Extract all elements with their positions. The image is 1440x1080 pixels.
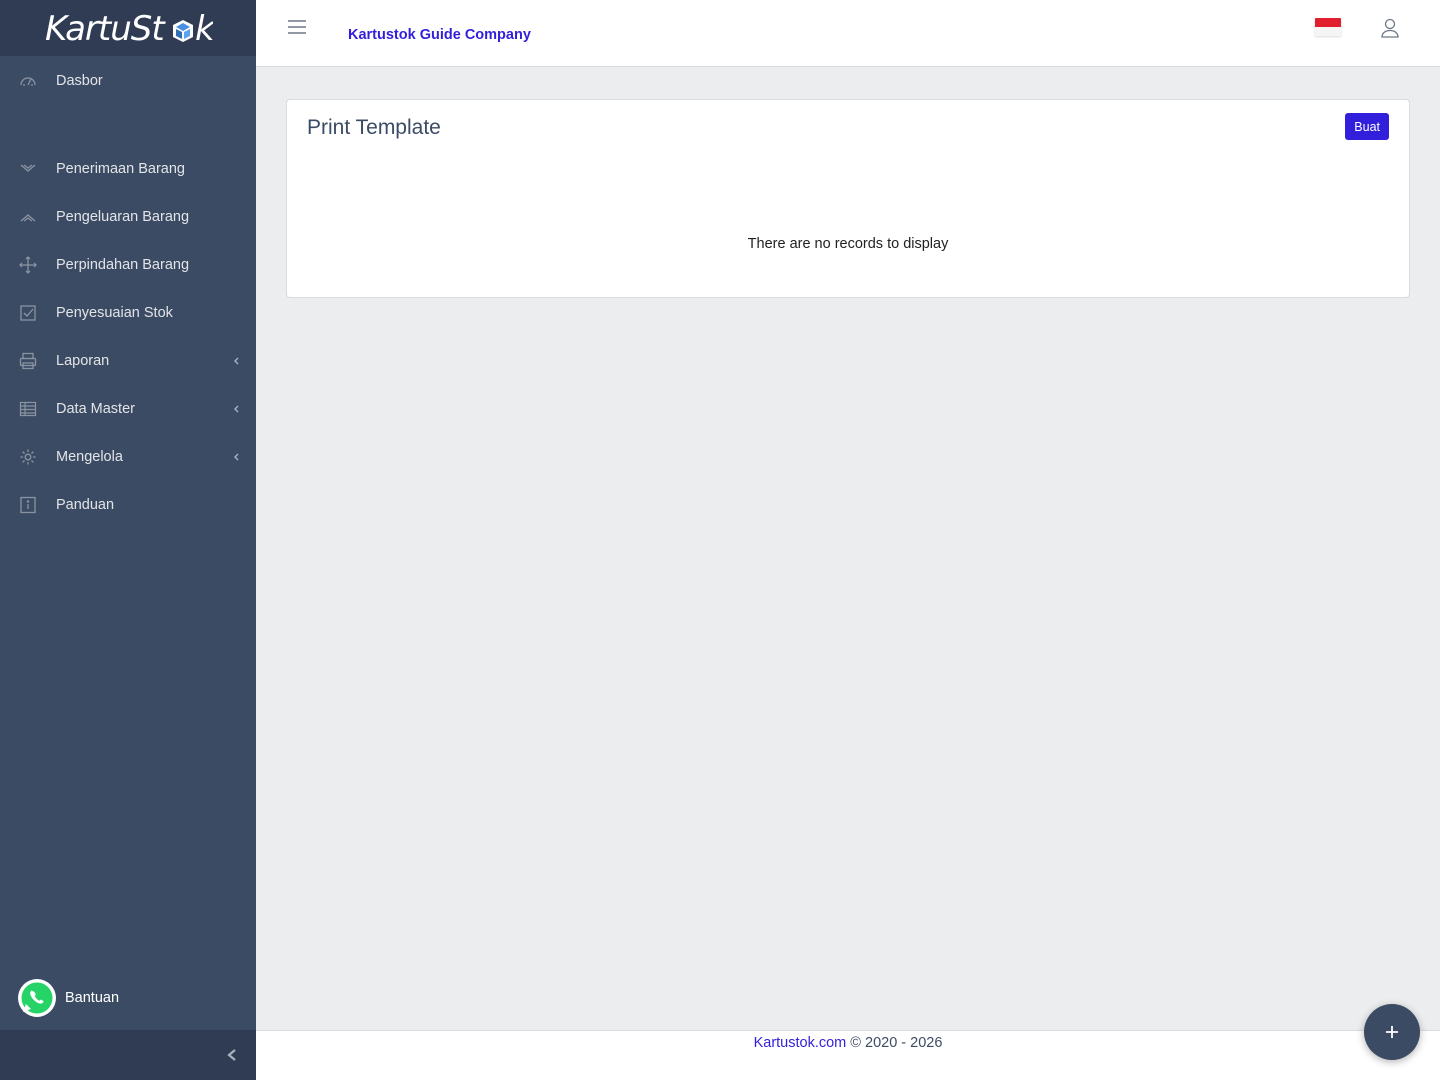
sidebar-minimize-button[interactable] bbox=[0, 1030, 256, 1080]
move-icon bbox=[19, 256, 37, 274]
chevron-double-down-icon bbox=[19, 160, 37, 178]
create-button[interactable]: Buat bbox=[1345, 113, 1389, 140]
sidebar-item-label: Penerimaan Barang bbox=[56, 161, 185, 177]
spreadsheet-icon bbox=[19, 400, 37, 418]
kartustok-logo: KartuSt k bbox=[45, 9, 213, 48]
sidebar-item-label: Dasbor bbox=[56, 73, 103, 89]
sidebar-brand[interactable]: KartuSt k bbox=[0, 0, 256, 56]
flag-white-stripe bbox=[1315, 27, 1341, 36]
help-whatsapp-link[interactable]: Bantuan bbox=[17, 978, 119, 1018]
floating-add-button[interactable] bbox=[1364, 1004, 1420, 1060]
svg-text:k: k bbox=[195, 9, 213, 48]
sidebar-item-pengeluaran-barang[interactable]: Pengeluaran Barang bbox=[0, 193, 256, 241]
help-label: Bantuan bbox=[65, 990, 120, 1006]
page-title: Print Template bbox=[307, 116, 441, 139]
settings-icon bbox=[19, 448, 37, 466]
print-icon bbox=[19, 352, 37, 370]
sidebar-item-label: Pengeluaran Barang bbox=[56, 209, 190, 225]
empty-records-message: There are no records to display bbox=[747, 236, 949, 252]
speedometer-icon bbox=[19, 72, 37, 90]
sidebar-item-label: Data Master bbox=[56, 401, 135, 417]
sidebar-item-label: Laporan bbox=[56, 353, 110, 369]
sidebar-item-label: Mengelola bbox=[56, 449, 123, 465]
sidebar-item-penyesuaian-stok[interactable]: Penyesuaian Stok bbox=[0, 289, 256, 337]
sidebar-item-dasbor[interactable]: Dasbor bbox=[0, 57, 256, 105]
company-name[interactable]: Kartustok Guide Company bbox=[348, 27, 531, 43]
task-icon bbox=[19, 304, 37, 322]
header: Kartustok Guide Company bbox=[256, 0, 1440, 67]
sidebar-item-penerimaan-barang[interactable]: Penerimaan Barang bbox=[0, 145, 256, 193]
footer: Kartustok.com © 2020 - 2026 bbox=[256, 1030, 1440, 1080]
chevron-double-up-icon bbox=[19, 208, 37, 226]
sidebar-item-label: Penyesuaian Stok bbox=[56, 305, 173, 321]
hamburger-menu-icon[interactable] bbox=[286, 18, 308, 36]
chevron-left-icon bbox=[227, 1049, 236, 1061]
sidebar-item-panduan[interactable]: Panduan bbox=[0, 481, 256, 529]
sidebar-item-data-master[interactable]: Data Master bbox=[0, 385, 256, 433]
kartustok-link[interactable]: Kartustok.com bbox=[754, 1035, 847, 1051]
flag-red-stripe bbox=[1315, 18, 1341, 27]
print-template-card: Print Template Buat There are no records… bbox=[286, 99, 1410, 298]
plus-icon bbox=[1386, 1026, 1398, 1038]
sidebar-item-label: Panduan bbox=[56, 497, 115, 513]
chevron-left-icon bbox=[234, 453, 239, 461]
sidebar-item-laporan[interactable]: Laporan bbox=[0, 337, 256, 385]
whatsapp-icon bbox=[18, 979, 56, 1017]
sidebar: KartuSt k Dasbor Penerimaan Barang Penge… bbox=[0, 0, 256, 1080]
user-icon[interactable] bbox=[1380, 17, 1400, 39]
info-icon bbox=[19, 496, 37, 514]
chevron-left-icon bbox=[234, 357, 239, 365]
sidebar-item-perpindahan-barang[interactable]: Perpindahan Barang bbox=[0, 241, 256, 289]
svg-text:KartuSt: KartuSt bbox=[45, 9, 166, 48]
sidebar-item-mengelola[interactable]: Mengelola bbox=[0, 433, 256, 481]
indonesia-flag-icon[interactable] bbox=[1315, 18, 1341, 36]
footer-copyright: © 2020 - 2026 bbox=[846, 1035, 943, 1051]
sidebar-item-label: Perpindahan Barang bbox=[56, 257, 190, 273]
chevron-left-icon bbox=[234, 405, 239, 413]
